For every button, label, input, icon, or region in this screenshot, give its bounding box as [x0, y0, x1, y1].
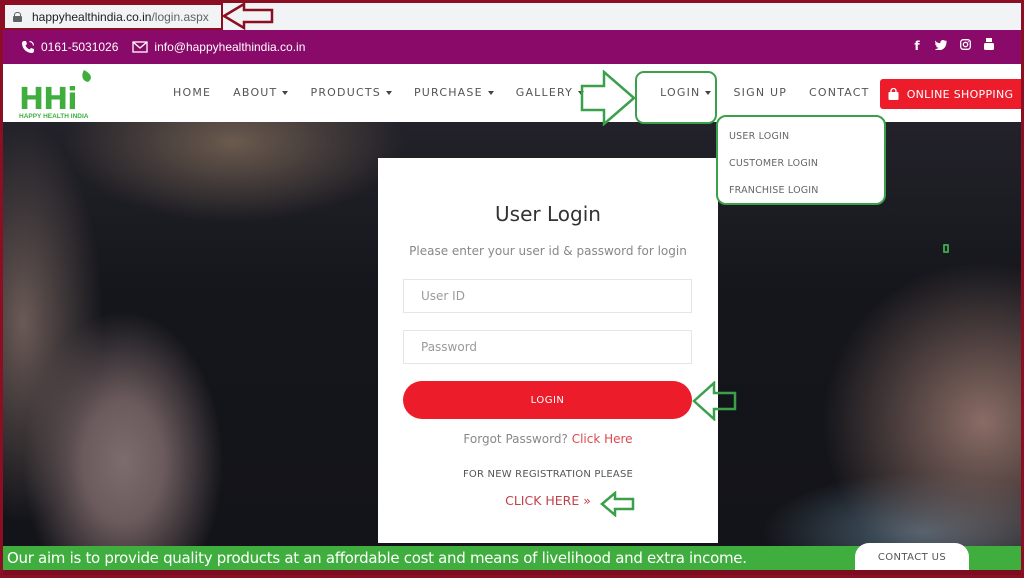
login-subtitle: Please enter your user id & password for… — [409, 244, 687, 258]
annotation-login-highlight — [635, 71, 717, 124]
phone-icon — [22, 40, 35, 53]
facebook-icon[interactable]: f — [911, 39, 923, 53]
nav-purchase[interactable]: PURCHASE — [414, 86, 494, 99]
forgot-password-link[interactable]: Click Here — [572, 432, 633, 446]
email-address: info@happyhealthindia.co.in — [154, 40, 306, 54]
login-card: User Login Please enter your user id & p… — [378, 158, 718, 543]
dropdown-customer-login[interactable]: CUSTOMER LOGIN — [729, 158, 818, 169]
logo-mark: HHi — [19, 82, 77, 117]
phone-contact[interactable]: 0161-5031026 — [21, 40, 118, 54]
social-links: f — [911, 38, 995, 53]
nav-signup[interactable]: SIGN UP — [733, 86, 787, 99]
nav-home[interactable]: HOME — [173, 86, 211, 99]
shopping-bag-icon — [888, 88, 899, 100]
main-navbar: HHi HAPPY HEALTH INDIA HOME ABOUT PRODUC… — [3, 64, 1021, 122]
leaf-icon — [82, 70, 91, 92]
twitter-icon[interactable] — [934, 39, 947, 53]
dropdown-user-login[interactable]: USER LOGIN — [729, 131, 789, 142]
url-text: happyhealthindia.co.in/login.aspx — [32, 9, 209, 24]
nav-gallery[interactable]: GALLERY — [516, 86, 585, 99]
forgot-password: Forgot Password? Click Here — [463, 432, 633, 446]
aim-statement: Our aim is to provide quality products a… — [7, 549, 747, 567]
url-field[interactable]: happyhealthindia.co.in/login.aspx — [3, 3, 223, 30]
annotation-arrow-left-icon — [222, 2, 274, 30]
online-shopping-button[interactable]: ONLINE SHOPPING — [880, 79, 1021, 109]
lock-icon — [13, 11, 22, 22]
bottom-border — [3, 570, 1021, 575]
caret-down-icon — [487, 90, 494, 95]
bottom-banner: Our aim is to provide quality products a… — [3, 543, 1021, 571]
top-contact-bar: 0161-5031026 info@happyhealthindia.co.in… — [3, 30, 1021, 64]
nav-about[interactable]: ABOUT — [233, 86, 289, 99]
instagram-icon[interactable] — [959, 38, 971, 53]
password-input[interactable] — [403, 330, 692, 364]
nav-products[interactable]: PRODUCTS — [310, 86, 392, 99]
nav-contact[interactable]: CONTACT — [809, 86, 870, 99]
new-registration-text: FOR NEW REGISTRATION PLEASE — [462, 469, 634, 480]
contact-us-button[interactable]: CONTACT US — [855, 543, 969, 571]
caret-down-icon — [385, 90, 392, 95]
phone-number: 0161-5031026 — [41, 40, 119, 54]
annotation-marker — [943, 244, 949, 253]
nav-menu: HOME ABOUT PRODUCTS PURCHASE GALLERY LOG… — [173, 86, 892, 99]
login-title: User Login — [495, 202, 601, 226]
caret-down-icon — [282, 90, 289, 95]
email-contact[interactable]: info@happyhealthindia.co.in — [132, 40, 305, 54]
login-button[interactable]: LOGIN — [403, 381, 692, 419]
logo-tagline: HAPPY HEALTH INDIA — [19, 113, 89, 120]
annotation-arrow-left-icon — [692, 381, 737, 421]
dropdown-franchise-login[interactable]: FRANCHISE LOGIN — [729, 185, 819, 196]
mail-icon — [132, 41, 149, 53]
annotation-arrow-left-icon — [600, 491, 635, 517]
youtube-icon[interactable] — [983, 38, 995, 53]
register-link[interactable]: CLICK HERE » — [378, 493, 718, 508]
annotation-arrow-right-icon — [580, 70, 636, 126]
hhi-logo[interactable]: HHi HAPPY HEALTH INDIA — [17, 70, 101, 120]
login-dropdown-menu: USER LOGIN CUSTOMER LOGIN FRANCHISE LOGI… — [716, 115, 886, 205]
user-id-input[interactable] — [403, 279, 692, 313]
